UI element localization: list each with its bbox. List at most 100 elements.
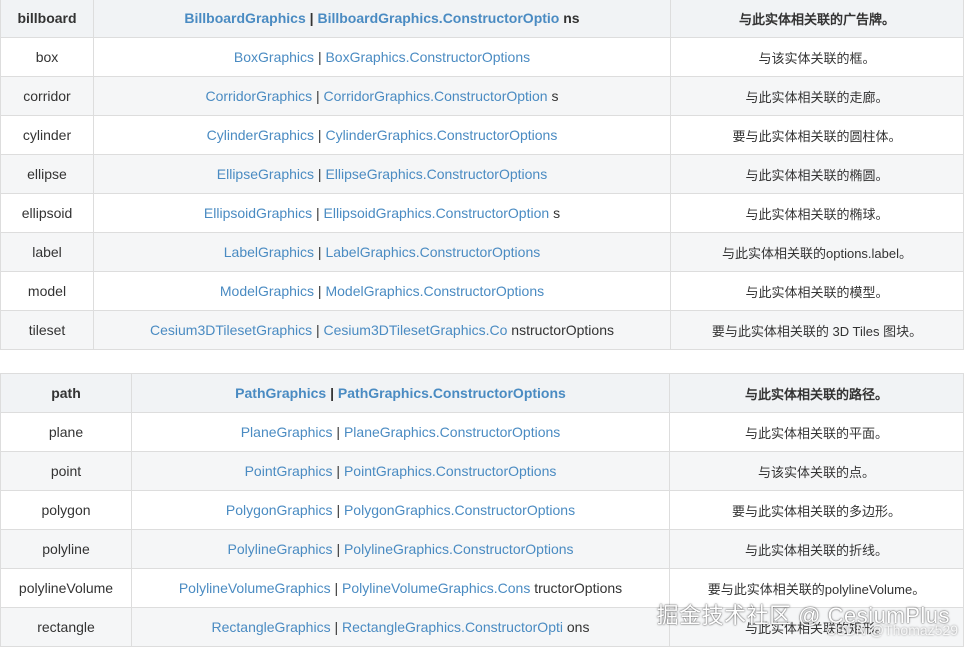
entity-property-type: BoxGraphics | BoxGraphics.ConstructorOpt… [93,37,671,77]
constructor-options-link[interactable]: CorridorGraphics.ConstructorOption [324,88,548,104]
constructor-options-link[interactable]: PathGraphics.ConstructorOptions [338,385,566,401]
table-row: ellipse EllipseGraphics | EllipseGraphics… [0,154,964,194]
table-row: tileset Cesium3DTilesetGraphics | Cesium3… [0,310,964,350]
entity-property-description: 与此实体相关联的路径。 [669,373,964,413]
entity-property-type: Cesium3DTilesetGraphics | Cesium3DTilese… [93,310,671,350]
graphics-type-link[interactable]: CylinderGraphics [207,127,314,143]
constructor-options-link[interactable]: PolylineGraphics.ConstructorOptions [344,541,574,557]
entity-property-type: PathGraphics | PathGraphics.ConstructorO… [131,373,670,413]
constructor-options-link[interactable]: ModelGraphics.ConstructorOptions [325,283,544,299]
type-separator: | [315,205,320,221]
constructor-options-link[interactable]: PolygonGraphics.ConstructorOptions [344,502,575,518]
table-row: corridor CorridorGraphics | CorridorGraph… [0,76,964,116]
constructor-options-link[interactable]: BoxGraphics.ConstructorOptions [325,49,530,65]
constructor-options-link[interactable]: EllipseGraphics.ConstructorOptions [325,166,547,182]
table-row: polygon PolygonGraphics | PolygonGraphics… [0,490,964,530]
table-row: ellipsoid EllipsoidGraphics | EllipsoidGr… [0,193,964,233]
graphics-type-link[interactable]: RectangleGraphics [212,619,331,635]
constructor-options-link[interactable]: PointGraphics.ConstructorOptions [344,463,556,479]
type-separator: | [334,619,339,635]
table-row: model ModelGraphics | ModelGraphics.Const… [0,271,964,311]
entity-property-type: LabelGraphics | LabelGraphics.Constructo… [93,232,671,272]
constructor-options-link[interactable]: RectangleGraphics.ConstructorOpti [342,619,563,635]
graphics-type-link[interactable]: PlaneGraphics [241,424,333,440]
constructor-options-link[interactable]: PolylineVolumeGraphics.Cons [342,580,530,596]
entity-property-name: rectangle [0,607,132,647]
entity-property-type: PolygonGraphics | PolygonGraphics.Constr… [131,490,670,530]
entity-property-description: 与此实体相关联的折线。 [669,529,964,569]
type-separator: | [317,127,322,143]
constructor-options-link[interactable]: LabelGraphics.ConstructorOptions [325,244,540,260]
type-separator: | [336,424,341,440]
entity-graphics-table-1: billboard BillboardGraphics | BillboardGr… [0,0,964,350]
graphics-type-link[interactable]: ModelGraphics [220,283,314,299]
entity-property-type: CylinderGraphics | CylinderGraphics.Cons… [93,115,671,155]
graphics-type-link[interactable]: LabelGraphics [224,244,314,260]
entity-property-type: ModelGraphics | ModelGraphics.Constructo… [93,271,671,311]
type-separator: | [334,580,339,596]
graphics-type-link[interactable]: BoxGraphics [234,49,314,65]
type-separator: | [315,322,320,338]
table-header-row: path PathGraphics | PathGraphics.Construc… [0,373,964,413]
type-separator: | [336,541,341,557]
constructor-options-link[interactable]: Cesium3DTilesetGraphics.Co [324,322,508,338]
table-row: plane PlaneGraphics | PlaneGraphics.Const… [0,412,964,452]
constructor-options-link[interactable]: EllipsoidGraphics.ConstructorOption [324,205,550,221]
type-separator: | [336,502,341,518]
entity-property-name: polygon [0,490,132,530]
graphics-type-link[interactable]: PointGraphics [245,463,333,479]
entity-property-description: 与此实体相关联的走廊。 [670,76,964,116]
graphics-type-link[interactable]: PolylineGraphics [227,541,332,557]
constructor-options-link[interactable]: CylinderGraphics.ConstructorOptions [325,127,557,143]
entity-property-name: tileset [0,310,94,350]
type-separator: | [317,166,322,182]
watermark-csdn: CSDN @Thomaz529 [826,622,958,638]
constructor-options-overflow: s [553,205,561,221]
graphics-type-link[interactable]: CorridorGraphics [206,88,313,104]
graphics-type-link[interactable]: EllipsoidGraphics [204,205,312,221]
entity-property-type: PolylineGraphics | PolylineGraphics.Cons… [131,529,670,569]
entity-property-name: polyline [0,529,132,569]
graphics-type-link[interactable]: Cesium3DTilesetGraphics [150,322,312,338]
table-row: point PointGraphics | PointGraphics.Const… [0,451,964,491]
entity-property-description: 与该实体关联的框。 [670,37,964,77]
table-row: label LabelGraphics | LabelGraphics.Const… [0,232,964,272]
graphics-type-link[interactable]: PathGraphics [235,385,326,401]
table-row: cylinder CylinderGraphics | CylinderGraph… [0,115,964,155]
entity-property-description: 与此实体相关联的模型。 [670,271,964,311]
type-separator: | [315,88,320,104]
type-separator: | [336,463,341,479]
table-row: box BoxGraphics | BoxGraphics.Constructor… [0,37,964,77]
table-header-row: billboard BillboardGraphics | BillboardGr… [0,0,964,38]
graphics-type-link[interactable]: EllipseGraphics [217,166,314,182]
entity-property-name: box [0,37,94,77]
graphics-type-link[interactable]: PolygonGraphics [226,502,333,518]
constructor-options-overflow: ns [563,10,580,26]
entity-property-name: path [0,373,132,413]
entity-property-name: polylineVolume [0,568,132,608]
graphics-type-link[interactable]: BillboardGraphics [184,10,305,26]
entity-property-name: ellipsoid [0,193,94,233]
graphics-type-link[interactable]: PolylineVolumeGraphics [179,580,331,596]
entity-property-name: plane [0,412,132,452]
constructor-options-link[interactable]: BillboardGraphics.ConstructorOptio [317,10,559,26]
constructor-options-overflow: tructorOptions [534,580,623,596]
entity-property-description: 与此实体相关联的椭圆。 [670,154,964,194]
entity-property-name: model [0,271,94,311]
table-1-body: billboard BillboardGraphics | BillboardGr… [0,0,964,350]
entity-property-name: corridor [0,76,94,116]
entity-property-description: 与此实体相关联的options.label。 [670,232,964,272]
entity-property-description: 与此实体相关联的广告牌。 [670,0,964,38]
entity-property-type: PolylineVolumeGraphics | PolylineVolumeG… [131,568,670,608]
entity-property-type: EllipsoidGraphics | EllipsoidGraphics.Co… [93,193,671,233]
constructor-options-link[interactable]: PlaneGraphics.ConstructorOptions [344,424,560,440]
table-row: polyline PolylineGraphics | PolylineGraph… [0,529,964,569]
entity-property-description: 要与此实体相关联的 3D Tiles 图块。 [670,310,964,350]
type-separator: | [309,10,314,26]
entity-property-name: point [0,451,132,491]
entity-property-description: 与此实体相关联的平面。 [669,412,964,452]
entity-property-description: 要与此实体相关联的多边形。 [669,490,964,530]
constructor-options-overflow: ons [566,619,590,635]
entity-property-type: PlaneGraphics | PlaneGraphics.Constructo… [131,412,670,452]
entity-property-type: PointGraphics | PointGraphics.Constructo… [131,451,670,491]
